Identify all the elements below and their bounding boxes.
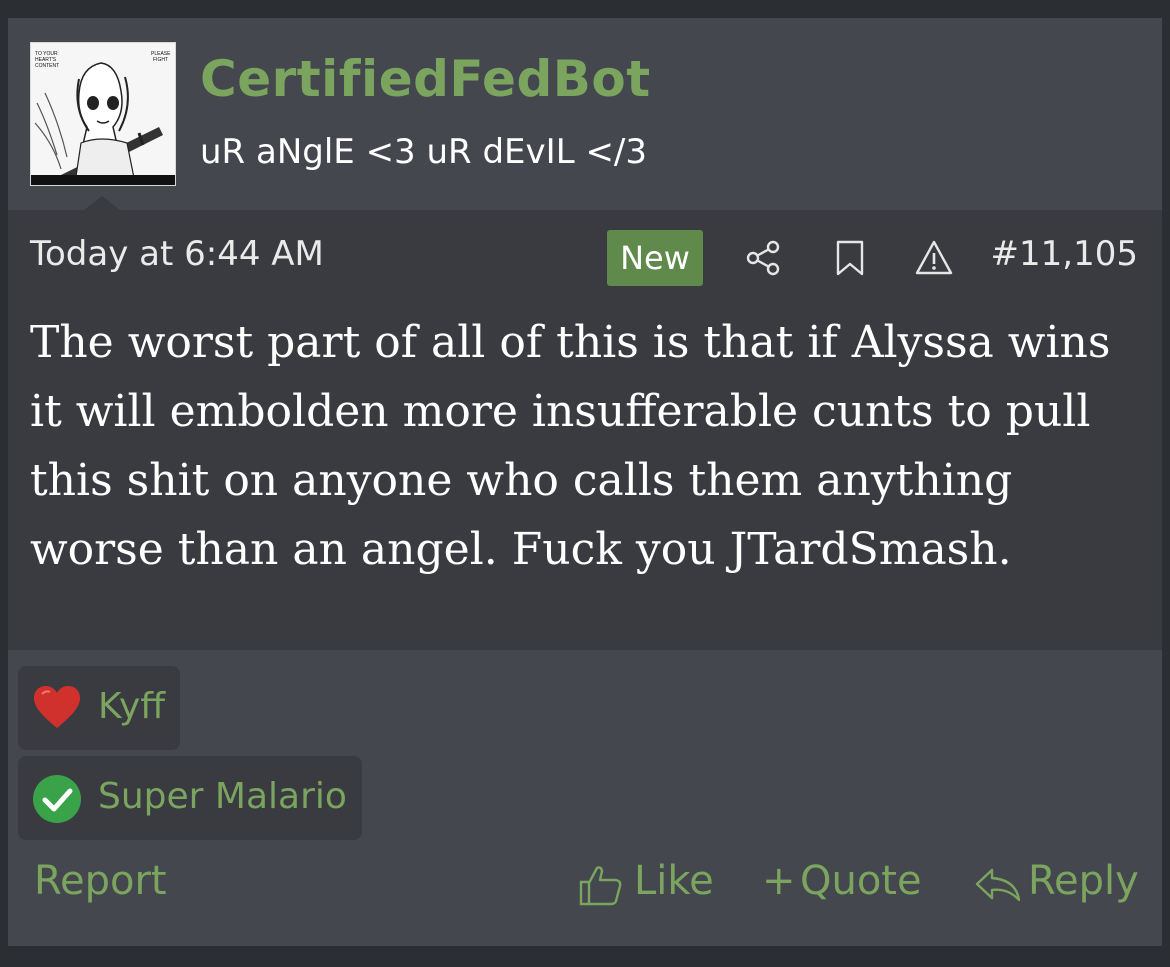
user-header: TO YOUR HEART'S CONTENT PLEASE FIGHT Cer…	[8, 18, 1162, 210]
username[interactable]: CertifiedFedBot	[200, 50, 651, 108]
message-body: Today at 6:44 AM New #11,105 The worst p…	[8, 210, 1162, 650]
quote-label: Quote	[800, 858, 922, 904]
svg-text:FIGHT: FIGHT	[153, 57, 168, 63]
warning-icon[interactable]	[914, 238, 954, 278]
post-date[interactable]: Today at 6:44 AM	[30, 234, 324, 274]
new-badge: New	[607, 230, 703, 286]
heart-icon	[34, 686, 80, 728]
reply-arrow-icon	[975, 868, 1021, 902]
message-pointer	[84, 196, 120, 210]
report-link[interactable]: Report	[34, 858, 167, 904]
bookmark-icon[interactable]	[830, 238, 870, 278]
user-title: uR aNglE <3 uR dEvIL </3	[200, 132, 648, 172]
reply-label: Reply	[1028, 858, 1139, 904]
reaction-user[interactable]: Super Malario	[98, 776, 347, 817]
post-message: The worst part of all of this is that if…	[30, 317, 1111, 575]
post-container: TO YOUR HEART'S CONTENT PLEASE FIGHT Cer…	[8, 18, 1162, 946]
avatar[interactable]: TO YOUR HEART'S CONTENT PLEASE FIGHT	[30, 42, 176, 186]
thumbs-up-icon	[579, 866, 622, 906]
reaction-user[interactable]: Kyff	[98, 686, 165, 727]
share-icon[interactable]	[743, 238, 783, 278]
check-circle-icon	[33, 775, 81, 823]
like-label: Like	[634, 858, 714, 904]
avatar-image-icon: TO YOUR HEART'S CONTENT PLEASE FIGHT	[31, 43, 175, 185]
svg-text:CONTENT: CONTENT	[35, 63, 59, 69]
post-number[interactable]: #11,105	[991, 234, 1138, 274]
plus-icon: +	[762, 858, 796, 904]
reaction-item[interactable]: Kyff	[18, 666, 180, 750]
reaction-item[interactable]: Super Malario	[18, 756, 362, 840]
